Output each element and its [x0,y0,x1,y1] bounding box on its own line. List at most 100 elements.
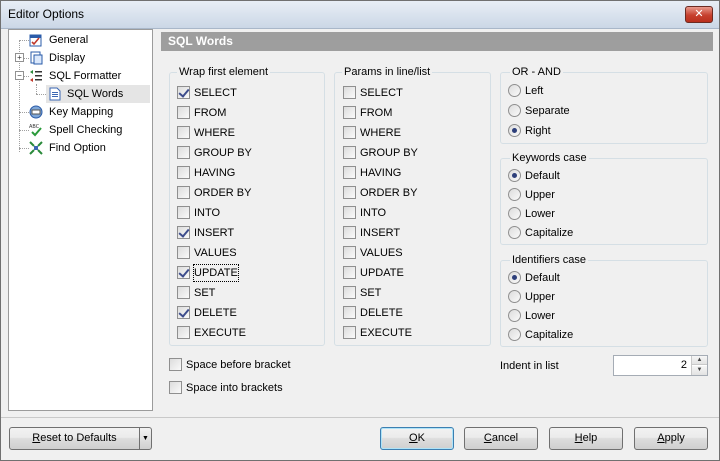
radio-button[interactable] [508,309,521,322]
params-values-checkbox[interactable]: VALUES [343,245,463,261]
checkbox[interactable] [177,246,190,259]
indent-value[interactable]: 2 [681,359,687,371]
identifiers-case-lower-radio[interactable]: Lower [508,308,628,324]
tree-item-spell-checking[interactable]: ABC Spell Checking [9,121,152,139]
keywords-case-capitalize-radio[interactable]: Capitalize [508,225,628,241]
or-and-separate-radio[interactable]: Separate [508,103,628,119]
or-and-left-radio[interactable]: Left [508,83,628,99]
params-set-checkbox[interactable]: SET [343,285,463,301]
wrap-group-by-checkbox[interactable]: GROUP BY [177,145,297,161]
checkbox[interactable] [177,226,190,239]
params-from-checkbox[interactable]: FROM [343,105,463,121]
indent-stepper[interactable]: 2 ▲ ▼ [613,355,708,376]
checkbox[interactable] [177,266,190,279]
wrap-set-checkbox[interactable]: SET [177,285,297,301]
close-icon[interactable]: ✕ [685,6,713,23]
tree-item-display[interactable]: + Display [9,49,152,67]
identifiers-case-default-radio[interactable]: Default [508,270,628,286]
radio-button[interactable] [508,124,521,137]
tree-item-key-mapping[interactable]: Key Mapping [9,103,152,121]
params-having-checkbox[interactable]: HAVING [343,165,463,181]
keywords-case-default-radio[interactable]: Default [508,168,628,184]
checkbox[interactable] [343,146,356,159]
keywords-case-lower-radio[interactable]: Lower [508,206,628,222]
checkbox[interactable] [343,286,356,299]
wrap-order-by-checkbox[interactable]: ORDER BY [177,185,297,201]
identifiers-case-capitalize-radio[interactable]: Capitalize [508,327,628,343]
group-title: Identifiers case [510,254,588,267]
radio-button[interactable] [508,188,521,201]
checkbox[interactable] [177,286,190,299]
radio-button[interactable] [508,290,521,303]
or-and-right-radio[interactable]: Right [508,123,628,139]
decrement-icon[interactable]: ▼ [692,366,707,375]
wrap-select-checkbox[interactable]: SELECT [177,85,297,101]
radio-button[interactable] [508,328,521,341]
collapse-icon[interactable]: − [15,71,24,80]
checkbox[interactable] [177,306,190,319]
params-delete-checkbox[interactable]: DELETE [343,305,463,321]
params-execute-checkbox[interactable]: EXECUTE [343,325,463,341]
radio-button[interactable] [508,207,521,220]
checkbox[interactable] [177,106,190,119]
tree-item-sql-words[interactable]: SQL Words [46,85,150,103]
radio-button[interactable] [508,84,521,97]
checkbox[interactable] [343,326,356,339]
checkbox[interactable] [169,381,182,394]
params-insert-checkbox[interactable]: INSERT [343,225,463,241]
params-into-checkbox[interactable]: INTO [343,205,463,221]
checkbox[interactable] [343,106,356,119]
space-before-bracket-checkbox[interactable]: Space before bracket [169,357,369,373]
checkbox[interactable] [177,186,190,199]
wrap-update-checkbox[interactable]: UPDATE [177,264,297,282]
checkbox[interactable] [343,246,356,259]
cancel-button[interactable]: Cancel [464,427,538,450]
radio-button[interactable] [508,271,521,284]
radio-button[interactable] [508,169,521,182]
checkbox[interactable] [169,358,182,371]
reset-dropdown-arrow-icon[interactable]: ▼ [139,427,152,450]
params-update-checkbox[interactable]: UPDATE [343,265,463,281]
tree-item-sql-formatter[interactable]: − SQL Formatter [9,67,152,85]
checkbox[interactable] [343,186,356,199]
checkbox[interactable] [343,266,356,279]
wrap-delete-checkbox[interactable]: DELETE [177,305,297,321]
wrap-into-checkbox[interactable]: INTO [177,205,297,221]
identifiers-case-upper-radio[interactable]: Upper [508,289,628,305]
checkbox[interactable] [343,226,356,239]
reset-to-defaults-button[interactable]: Reset to Defaults [9,427,140,450]
radio-button[interactable] [508,104,521,117]
wrap-having-checkbox[interactable]: HAVING [177,165,297,181]
checkbox[interactable] [343,166,356,179]
checkbox[interactable] [343,206,356,219]
params-select-checkbox[interactable]: SELECT [343,85,463,101]
increment-icon[interactable]: ▲ [692,356,707,365]
checkbox[interactable] [177,166,190,179]
checkbox[interactable] [177,146,190,159]
wrap-execute-checkbox[interactable]: EXECUTE [177,325,297,341]
keywords-case-upper-radio[interactable]: Upper [508,187,628,203]
checkbox[interactable] [343,306,356,319]
checkbox[interactable] [177,326,190,339]
params-group-by-checkbox[interactable]: GROUP BY [343,145,463,161]
space-into-brackets-checkbox[interactable]: Space into brackets [169,380,369,396]
ok-button[interactable]: OK [380,427,454,450]
help-button[interactable]: Help [549,427,623,450]
wrap-where-checkbox[interactable]: WHERE [177,125,297,141]
params-order-by-checkbox[interactable]: ORDER BY [343,185,463,201]
checkbox[interactable] [177,126,190,139]
tree-item-general[interactable]: General [9,31,152,49]
checkbox[interactable] [343,86,356,99]
checkbox[interactable] [177,86,190,99]
wrap-values-checkbox[interactable]: VALUES [177,245,297,261]
apply-button[interactable]: Apply [634,427,708,450]
checkbox[interactable] [177,206,190,219]
radio-button[interactable] [508,226,521,239]
checkbox[interactable] [343,126,356,139]
wrap-from-checkbox[interactable]: FROM [177,105,297,121]
options-tree[interactable]: General + Display − SQL Formatter SQL Wo… [8,29,153,411]
tree-item-find-option[interactable]: Find Option [9,139,152,157]
wrap-insert-checkbox[interactable]: INSERT [177,225,297,241]
expand-icon[interactable]: + [15,53,24,62]
params-where-checkbox[interactable]: WHERE [343,125,463,141]
